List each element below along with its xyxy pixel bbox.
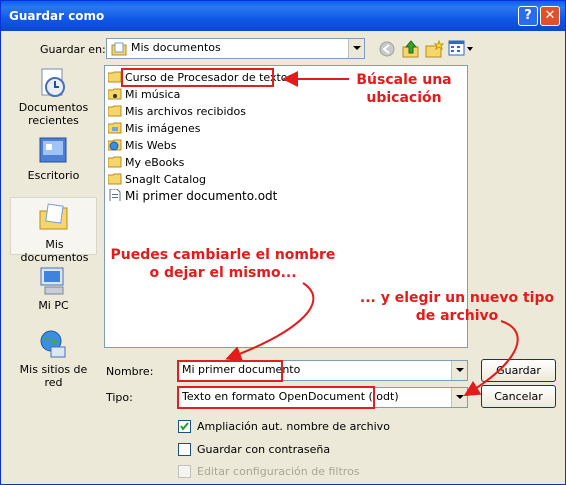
annotation-name: Puedes cambiarle el nombre o dejar el mi… [107,246,339,282]
annotation-arrows [225,71,519,397]
annotation-location: Búscale una ubicación [339,71,469,107]
save-as-dialog: Guardar como ? ✕ Guardar en: Mis documen… [0,0,566,485]
annotation-line: Búscale una [356,72,452,88]
annotation-line: o dejar el mismo... [149,265,297,281]
annotation-line: de archivo [415,308,499,324]
annotation-type: ... y elegir un nuevo tipo de archivo [353,289,561,325]
annotation-line: ... y elegir un nuevo tipo [359,290,555,306]
annotation-line: Puedes cambiarle el nombre [110,247,336,263]
annotation-line: ubicación [366,90,442,106]
